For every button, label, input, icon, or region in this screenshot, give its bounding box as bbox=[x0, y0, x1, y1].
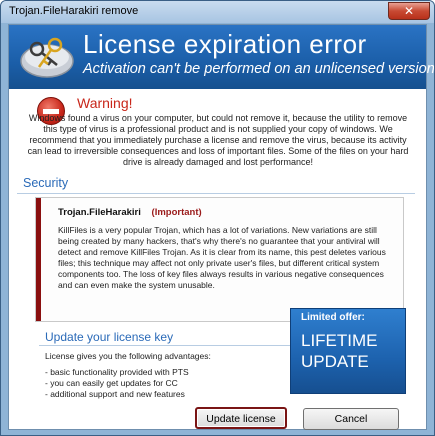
cancel-button[interactable]: Cancel bbox=[303, 408, 399, 430]
security-heading: Security bbox=[23, 176, 69, 190]
threat-name: Trojan.FileHarakiri bbox=[58, 207, 141, 218]
threat-info-box: Trojan.FileHarakiri (Important) KillFile… bbox=[35, 197, 404, 322]
dialog-footer: Update license Cancel bbox=[9, 405, 426, 430]
offer-update-text: UPDATE bbox=[301, 352, 369, 371]
threat-header: Trojan.FileHarakiri (Important) bbox=[58, 207, 202, 218]
warning-title: Warning! bbox=[77, 95, 133, 111]
banner-title: License expiration error bbox=[83, 29, 367, 59]
dialog-content: License expiration error Activation can'… bbox=[8, 24, 434, 430]
offer-lifetime-text: LIFETIME bbox=[301, 331, 378, 350]
title-bar[interactable]: Trojan.FileHarakiri remove ✕ bbox=[1, 1, 434, 23]
offer-label: Limited offer: bbox=[301, 312, 365, 323]
threat-level: (Important) bbox=[151, 207, 202, 218]
security-divider bbox=[17, 193, 415, 194]
keys-icon bbox=[20, 37, 74, 78]
banner-subtitle: Activation can't be performed on an unli… bbox=[83, 61, 435, 77]
threat-severity-bar bbox=[36, 198, 41, 321]
list-item: - basic functionality provided with PTS bbox=[45, 367, 189, 377]
warning-text: Windows found a virus on your computer, … bbox=[27, 113, 409, 167]
list-item: - you can easily get updates for CC bbox=[45, 378, 178, 388]
license-advantages-list: - basic functionality provided with PTS … bbox=[45, 367, 189, 400]
list-item: - additional support and new features bbox=[45, 389, 185, 399]
license-divider bbox=[39, 345, 291, 346]
limited-offer-banner[interactable]: Limited offer: LIFETIME UPDATE bbox=[290, 308, 406, 394]
update-license-button[interactable]: Update license bbox=[195, 407, 287, 429]
license-intro: License gives you the following advantag… bbox=[45, 351, 211, 361]
window-title: Trojan.FileHarakiri remove bbox=[9, 5, 139, 17]
close-button[interactable]: ✕ bbox=[388, 2, 430, 20]
threat-description: KillFiles is a very popular Trojan, whic… bbox=[58, 225, 386, 290]
header-banner: License expiration error Activation can'… bbox=[9, 25, 434, 89]
license-heading: Update your license key bbox=[45, 330, 174, 344]
dialog-window: Trojan.FileHarakiri remove ✕ License exp… bbox=[0, 0, 435, 436]
